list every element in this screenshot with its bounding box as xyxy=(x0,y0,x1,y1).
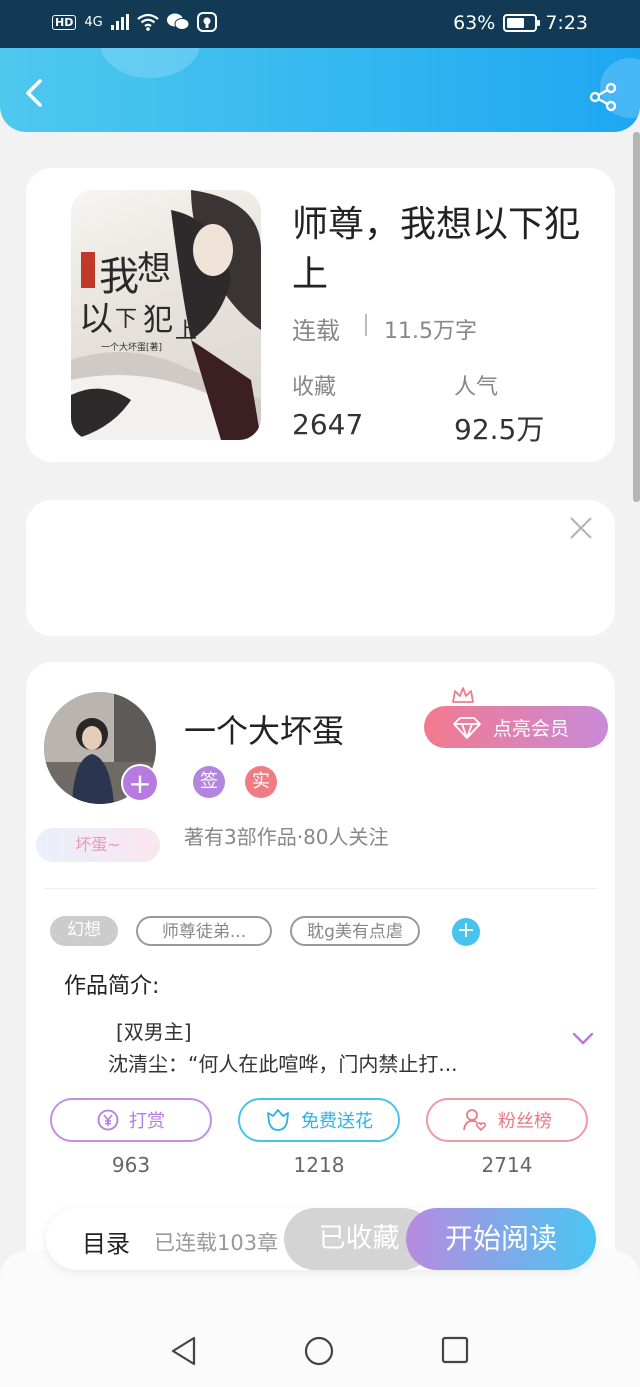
signed-badge: 签 xyxy=(193,766,225,798)
clock: 7:23 xyxy=(545,12,588,34)
signal-icon xyxy=(110,14,129,30)
fans-count: 2714 xyxy=(481,1153,533,1177)
fans-label: 粉丝榜 xyxy=(498,1111,552,1132)
cover-author: 一个大坏蛋[著] xyxy=(101,343,163,353)
nickname-tag: 坏蛋~ xyxy=(36,828,160,862)
scrollbar[interactable] xyxy=(633,132,640,502)
follow-button[interactable]: + xyxy=(121,764,159,802)
share-icon[interactable] xyxy=(588,82,618,112)
favorites-label: 收藏 xyxy=(292,375,337,400)
ad-panel xyxy=(26,500,615,636)
author-name: 一个大坏蛋 xyxy=(184,712,345,750)
reward-label: 打赏 xyxy=(129,1111,165,1132)
close-icon[interactable] xyxy=(569,516,593,540)
popularity-label: 人气 xyxy=(454,375,499,400)
favorites-value: 2647 xyxy=(292,408,364,441)
recent-apps-square-icon[interactable] xyxy=(441,1336,469,1364)
divider xyxy=(44,888,597,889)
battery-percent: 63% xyxy=(453,12,496,34)
vip-button-label: 点亮会员 xyxy=(492,717,569,740)
home-circle-icon[interactable] xyxy=(304,1336,334,1366)
back-triangle-icon[interactable] xyxy=(170,1336,198,1366)
book-cover[interactable]: 我 想 以 下 犯 上 一个大坏蛋[著] xyxy=(71,190,261,440)
word-count: 11.5万字 xyxy=(384,319,477,344)
svg-text:上: 上 xyxy=(175,319,197,344)
reward-button[interactable]: 打赏 xyxy=(50,1098,212,1142)
chevron-down-icon[interactable] xyxy=(572,1032,594,1046)
svg-text:犯: 犯 xyxy=(143,303,173,338)
svg-text:以: 以 xyxy=(79,299,113,339)
chapter-count: 已连载103章 xyxy=(154,1231,279,1255)
network-type: 4G xyxy=(84,14,103,30)
wechat-icon xyxy=(166,13,189,30)
user-heart-icon xyxy=(463,1109,487,1132)
wifi-icon xyxy=(137,13,159,31)
intro-label: 作品简介: xyxy=(64,974,160,999)
genre-tag[interactable]: 幻想 xyxy=(50,916,118,946)
start-reading-button[interactable]: 开始阅读 xyxy=(406,1208,596,1270)
status-left: HD 4G xyxy=(52,12,217,32)
book-title: 师尊，我想以下犯上 xyxy=(292,204,581,295)
crown-icon xyxy=(452,687,474,703)
chevron-left-icon[interactable] xyxy=(18,76,52,110)
verified-badge: 实 xyxy=(245,766,277,798)
svg-text:下: 下 xyxy=(115,307,137,332)
flower-count: 1218 xyxy=(293,1153,345,1177)
book-info-card: 我 想 以 下 犯 上 一个大坏蛋[著] 师尊，我想以下犯上 连载 11.5万字… xyxy=(26,168,615,462)
yen-coin-icon xyxy=(97,1109,119,1131)
toc-button[interactable]: 目录 xyxy=(82,1224,130,1259)
svg-text:我: 我 xyxy=(99,254,139,300)
reward-count: 963 xyxy=(111,1153,151,1177)
flower-icon xyxy=(267,1109,289,1131)
bottom-action-bar: 目录 已连载103章 已收藏 开始阅读 xyxy=(46,1208,596,1270)
decorative-bubble xyxy=(100,48,200,78)
battery-icon xyxy=(503,14,541,32)
intro-text: 沈清尘：“何人在此喧哗，门内禁止打... xyxy=(108,1052,458,1076)
fans-rank-button[interactable]: 粉丝榜 xyxy=(426,1098,588,1142)
battery-fill xyxy=(507,18,524,28)
status-right: 63% 7:23 xyxy=(453,12,588,34)
keyword-tag[interactable]: 耽g美有点虐 xyxy=(290,916,420,946)
popularity-value: 92.5万 xyxy=(454,413,545,446)
divider xyxy=(365,314,367,336)
serial-status: 连载 xyxy=(292,317,340,345)
keyword-tag[interactable]: 师尊徒弟... xyxy=(136,916,272,946)
flower-label: 免费送花 xyxy=(301,1111,373,1132)
system-navigation-bar xyxy=(0,1250,640,1387)
diamond-icon xyxy=(453,717,481,739)
cover-art: 我 想 以 下 犯 上 xyxy=(71,190,261,440)
svg-text:想: 想 xyxy=(137,249,171,289)
intro-text: [双男主] xyxy=(116,1020,192,1044)
author-card: + 一个大坏蛋 点亮会员 签 实 著有3部作品·80人关注 坏蛋~ 幻想 师尊徒… xyxy=(26,662,615,1302)
hd-indicator: HD xyxy=(52,14,77,30)
status-bar: HD 4G 63% 7:23 xyxy=(0,0,640,48)
app-header xyxy=(0,48,640,132)
add-tag-button[interactable]: + xyxy=(452,918,480,946)
author-meta: 著有3部作品·80人关注 xyxy=(184,825,389,849)
shield-notification-icon xyxy=(196,12,217,32)
send-flower-button[interactable]: 免费送花 xyxy=(238,1098,400,1142)
